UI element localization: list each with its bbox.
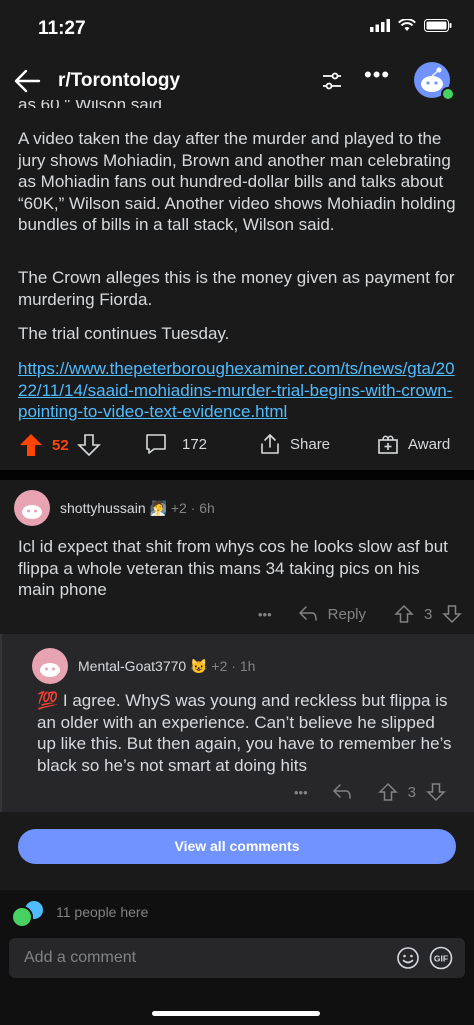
comment-count: 172 [182,435,208,453]
sort-filter-icon[interactable] [320,69,344,93]
downvote-icon[interactable] [426,782,446,802]
presence-avatars-icon [11,901,43,928]
more-options-icon[interactable]: ••• [364,62,390,88]
downvote-icon[interactable] [442,604,463,624]
reply-icon[interactable] [298,605,318,623]
status-time: 11:27 [38,18,86,39]
post-paragraph-2: The Crown alleges this is the money give… [18,268,455,309]
divider [0,470,474,480]
award-button[interactable]: Award [376,432,450,456]
online-status-dot [441,87,455,101]
upvote-icon[interactable] [377,782,398,802]
comment-actions: ••• 3 [294,782,446,802]
user-flair-icon: 🧖 [149,500,167,516]
reply-label[interactable]: Reply [328,606,366,623]
share-button[interactable]: Share [258,432,330,456]
more-options-icon[interactable]: ••• [258,607,272,622]
post-paragraph-3: The trial continues Tuesday. [18,324,230,343]
comment-body: 💯 I agree. WhyS was young and reckless b… [37,690,457,776]
post-score: 52 [52,436,69,454]
comment-age: 6h [199,500,215,516]
comment-avatar[interactable] [14,490,50,526]
comment-username[interactable]: shottyhussain [60,500,146,516]
people-here-count: 11 people here [56,904,149,920]
emoji-icon[interactable] [396,946,420,970]
truncated-line: as 60," Wilson said. [18,100,167,108]
comment-score: 3 [424,605,433,623]
snoo-avatar-icon [40,663,60,677]
app-header: r/Torontology ••• [0,56,474,106]
karma-delta: +2 [170,500,187,516]
dot-separator: · [190,500,196,516]
comment-icon [146,434,166,454]
comment-body-text: I agree. WhyS was young and reckless but… [37,691,452,775]
comment-score: 3 [407,783,416,801]
battery-icon [424,19,452,32]
share-label: Share [290,435,331,453]
comment-body: Icl id expect that shit from whys cos he… [18,537,448,599]
thread-line [0,634,2,812]
comment-age: 1h [239,658,256,674]
home-indicator [152,1011,320,1016]
comment-placeholder: Add a comment [24,949,137,966]
post-action-bar: 52 172 Share Award [0,424,474,464]
status-icons [370,19,452,32]
karma-delta: +2 [211,658,228,674]
back-arrow-icon[interactable] [12,66,42,96]
signal-icon [370,19,390,32]
comment-header: shottyhussain 🧖 +2 · 6h [60,500,215,517]
more-options-icon[interactable]: ••• [294,785,308,800]
share-icon [261,434,279,454]
award-label: Award [408,435,451,453]
comment-username[interactable]: Mental-Goat3770 [78,658,186,674]
award-icon [378,435,398,454]
dot-separator: · [231,658,236,674]
comment-actions: ••• Reply 3 [258,604,463,624]
post-vote: 52 [18,432,101,458]
comment-avatar[interactable] [32,648,68,684]
upvote-icon[interactable] [18,432,44,458]
downvote-icon[interactable] [76,433,101,457]
wifi-icon [398,19,416,31]
view-all-comments-button[interactable]: View all comments [18,829,456,864]
status-bar: 11:27 [0,0,474,56]
reply-icon[interactable] [332,783,352,801]
post-paragraph-1: A video taken the day after the murder a… [18,129,456,234]
upvote-icon[interactable] [394,604,414,624]
snoo-avatar-icon [22,505,42,519]
gif-icon[interactable]: GIF [429,946,453,970]
post-comments-button[interactable]: 172 [144,432,207,456]
comment-header: Mental-Goat3770 😺 +2 · 1h [78,658,255,675]
post-link[interactable]: https://www.thepeterboroughexaminer.com/… [18,358,458,423]
user-flair-icon: 😺 [190,658,208,674]
hundred-emoji-icon: 💯 [37,691,59,710]
svg-text:GIF: GIF [434,954,448,964]
add-comment-input[interactable]: Add a comment GIF [9,938,465,978]
subreddit-title[interactable]: r/Torontology [58,70,180,92]
